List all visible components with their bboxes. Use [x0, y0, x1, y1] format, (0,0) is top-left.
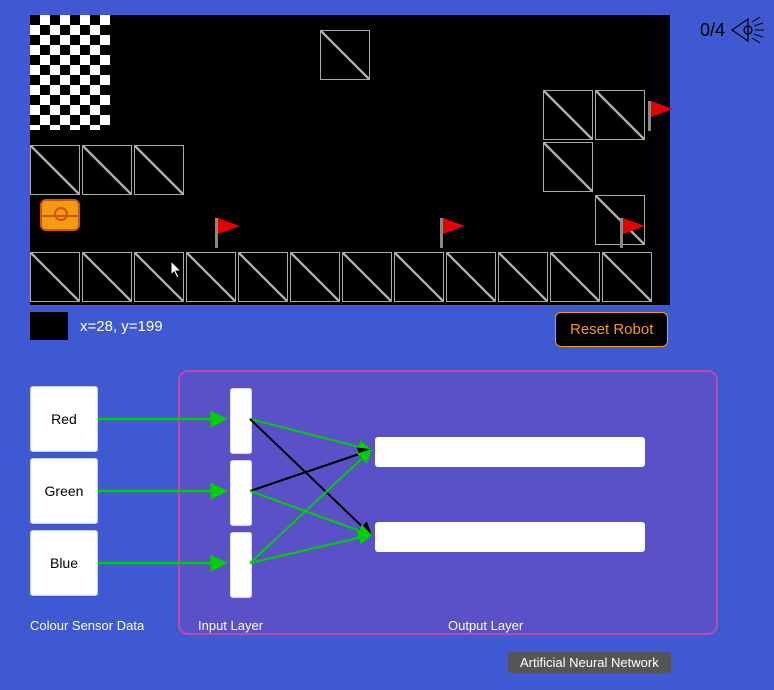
obstacle-tile [543, 90, 593, 140]
obstacle-tile [82, 145, 132, 195]
obstacle-tile [186, 252, 236, 302]
score-total: 4 [715, 20, 725, 41]
obstacle-tile [320, 30, 370, 80]
obstacle-tile [134, 252, 184, 302]
output-node-0[interactable] [375, 437, 645, 467]
sensor-blue: Blue [30, 530, 98, 596]
input-node-2[interactable] [230, 532, 252, 598]
obstacle-tile [595, 90, 645, 140]
obstacle-tile [602, 252, 652, 302]
obstacle-tile [543, 142, 593, 192]
input-node-0[interactable] [230, 388, 252, 454]
obstacle-tile [238, 252, 288, 302]
coord-readout: x=28, y=199 [30, 312, 163, 340]
output-node-1[interactable] [375, 522, 645, 552]
game-canvas[interactable] [30, 15, 670, 305]
obstacle-tile [82, 252, 132, 302]
input-layer-label: Input Layer [198, 618, 263, 633]
obstacle-tile [342, 252, 392, 302]
obstacle-tile [30, 252, 80, 302]
sensor-green: Green [30, 458, 98, 524]
nn-panel [178, 370, 718, 635]
obstacle-tile [394, 252, 444, 302]
obstacle-tile [134, 145, 184, 195]
obstacle-tile [498, 252, 548, 302]
flag-icon [440, 218, 470, 248]
nn-caption: Artificial Neural Network [508, 652, 671, 673]
sensor-data-label: Colour Sensor Data [30, 618, 144, 633]
sensor-red: Red [30, 386, 98, 452]
obstacle-tile [446, 252, 496, 302]
nn-area: Red Green Blue Colour Sensor Data Input … [30, 370, 720, 670]
robot-sensor-icon [730, 15, 766, 45]
flag-counter: 0/4 [700, 15, 766, 45]
input-node-1[interactable] [230, 460, 252, 526]
obstacle-tile [290, 252, 340, 302]
score-collected: 0 [700, 20, 710, 41]
robot[interactable] [40, 199, 80, 231]
reset-robot-button[interactable]: Reset Robot [555, 312, 668, 347]
obstacle-tile [550, 252, 600, 302]
color-swatch [30, 312, 68, 340]
flag-icon [215, 218, 245, 248]
coord-text: x=28, y=199 [80, 318, 163, 335]
flag-icon [620, 218, 650, 248]
flag-icon [648, 101, 678, 131]
obstacle-tile [30, 145, 80, 195]
output-layer-label: Output Layer [448, 618, 523, 633]
checkered-finish [30, 15, 110, 130]
